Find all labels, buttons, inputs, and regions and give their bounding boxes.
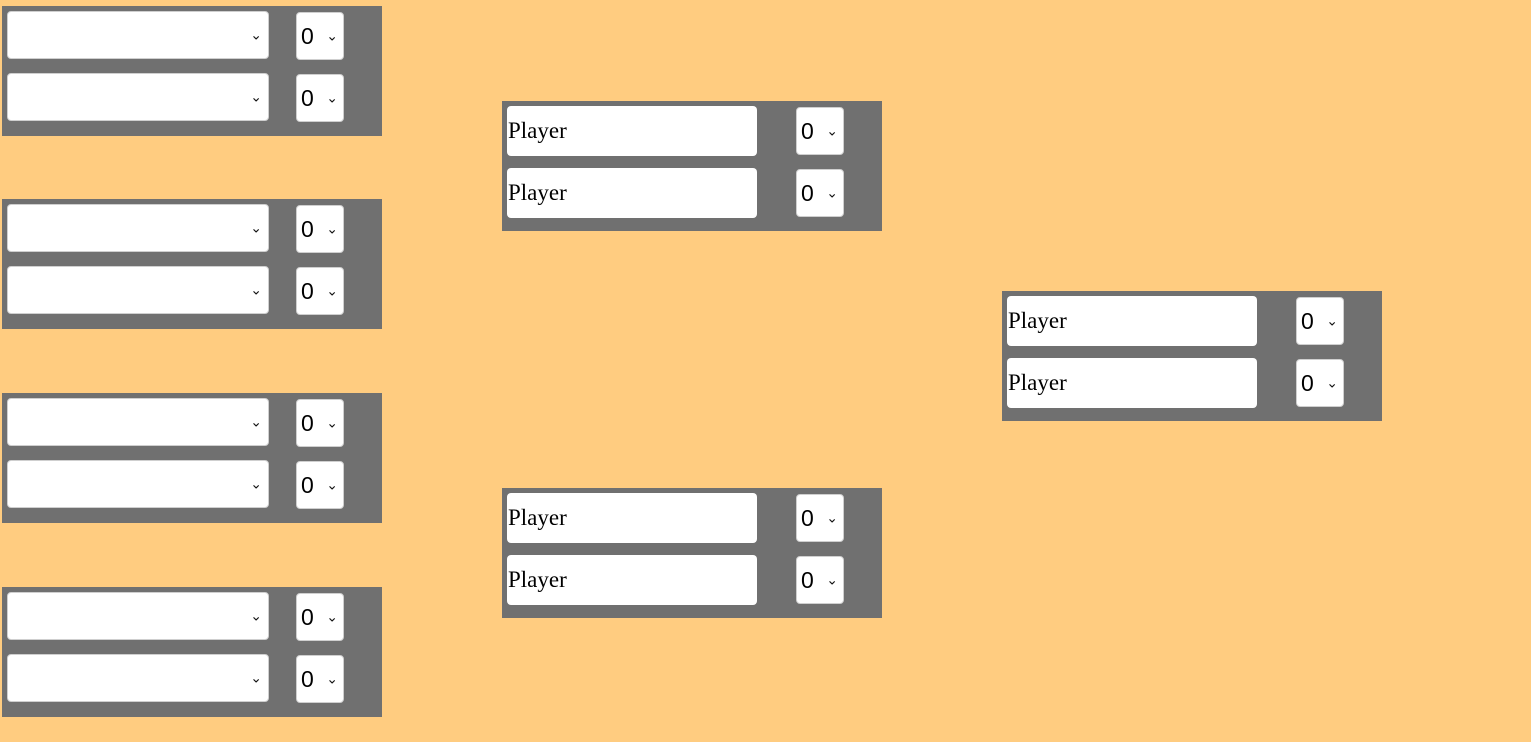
score-select[interactable]: 0 ⌄: [296, 399, 344, 447]
chevron-down-icon: ⌄: [326, 27, 338, 44]
chevron-down-icon: ⌄: [326, 608, 338, 625]
chevron-down-icon: ⌄: [326, 476, 338, 493]
score-select[interactable]: 0 ⌄: [796, 169, 844, 217]
chevron-down-icon: ⌄: [326, 414, 338, 431]
score-value: 0: [1301, 370, 1314, 396]
round2-match-1: Player 0 ⌄ Player 0 ⌄: [502, 101, 882, 231]
chevron-down-icon: ⌄: [250, 669, 262, 686]
chevron-down-icon: ⌄: [250, 26, 262, 43]
score-select[interactable]: 0 ⌄: [296, 461, 344, 509]
score-value: 0: [301, 410, 314, 436]
score-value: 0: [301, 472, 314, 498]
chevron-down-icon: ⌄: [250, 607, 262, 624]
player-select[interactable]: ⌄: [7, 592, 269, 640]
chevron-down-icon: ⌄: [826, 571, 838, 588]
player-name: Player: [1007, 358, 1257, 408]
score-select[interactable]: 0 ⌄: [296, 12, 344, 60]
player-select[interactable]: ⌄: [7, 398, 269, 446]
score-select[interactable]: 0 ⌄: [796, 556, 844, 604]
score-value: 0: [301, 278, 314, 304]
score-select[interactable]: 0 ⌄: [796, 494, 844, 542]
chevron-down-icon: ⌄: [326, 670, 338, 687]
player-name: Player: [1007, 296, 1257, 346]
bracket-page: { "colors": { "background": "#FFCC80", "…: [0, 0, 1531, 742]
player-name: Player: [507, 168, 757, 218]
chevron-down-icon: ⌄: [326, 89, 338, 106]
score-value: 0: [801, 505, 814, 531]
score-value: 0: [301, 216, 314, 242]
score-value: 0: [801, 118, 814, 144]
final-match: Player 0 ⌄ Player 0 ⌄: [1002, 291, 1382, 421]
player-select[interactable]: ⌄: [7, 11, 269, 59]
chevron-down-icon: ⌄: [250, 475, 262, 492]
score-value: 0: [801, 567, 814, 593]
chevron-down-icon: ⌄: [326, 220, 338, 237]
score-select[interactable]: 0 ⌄: [296, 593, 344, 641]
chevron-down-icon: ⌄: [326, 282, 338, 299]
score-value: 0: [301, 85, 314, 111]
score-value: 0: [301, 666, 314, 692]
score-select[interactable]: 0 ⌄: [1296, 359, 1344, 407]
score-value: 0: [1301, 308, 1314, 334]
score-select[interactable]: 0 ⌄: [296, 267, 344, 315]
round1-match-4: ⌄ 0 ⌄ ⌄ 0 ⌄: [2, 587, 382, 717]
score-select[interactable]: 0 ⌄: [296, 655, 344, 703]
chevron-down-icon: ⌄: [250, 413, 262, 430]
score-value: 0: [801, 180, 814, 206]
score-select[interactable]: 0 ⌄: [296, 205, 344, 253]
player-select[interactable]: ⌄: [7, 73, 269, 121]
round1-match-2: ⌄ 0 ⌄ ⌄ 0 ⌄: [2, 199, 382, 329]
chevron-down-icon: ⌄: [826, 509, 838, 526]
player-name: Player: [507, 555, 757, 605]
chevron-down-icon: ⌄: [250, 281, 262, 298]
chevron-down-icon: ⌄: [250, 88, 262, 105]
player-select[interactable]: ⌄: [7, 654, 269, 702]
round1-match-3: ⌄ 0 ⌄ ⌄ 0 ⌄: [2, 393, 382, 523]
player-select[interactable]: ⌄: [7, 204, 269, 252]
chevron-down-icon: ⌄: [826, 184, 838, 201]
chevron-down-icon: ⌄: [1326, 374, 1338, 391]
round1-match-1: ⌄ 0 ⌄ ⌄ 0 ⌄: [2, 6, 382, 136]
player-name: Player: [507, 106, 757, 156]
player-select[interactable]: ⌄: [7, 266, 269, 314]
score-select[interactable]: 0 ⌄: [1296, 297, 1344, 345]
player-name: Player: [507, 493, 757, 543]
chevron-down-icon: ⌄: [250, 219, 262, 236]
score-value: 0: [301, 604, 314, 630]
score-value: 0: [301, 23, 314, 49]
round2-match-2: Player 0 ⌄ Player 0 ⌄: [502, 488, 882, 618]
player-select[interactable]: ⌄: [7, 460, 269, 508]
score-select[interactable]: 0 ⌄: [796, 107, 844, 155]
score-select[interactable]: 0 ⌄: [296, 74, 344, 122]
chevron-down-icon: ⌄: [826, 122, 838, 139]
chevron-down-icon: ⌄: [1326, 312, 1338, 329]
